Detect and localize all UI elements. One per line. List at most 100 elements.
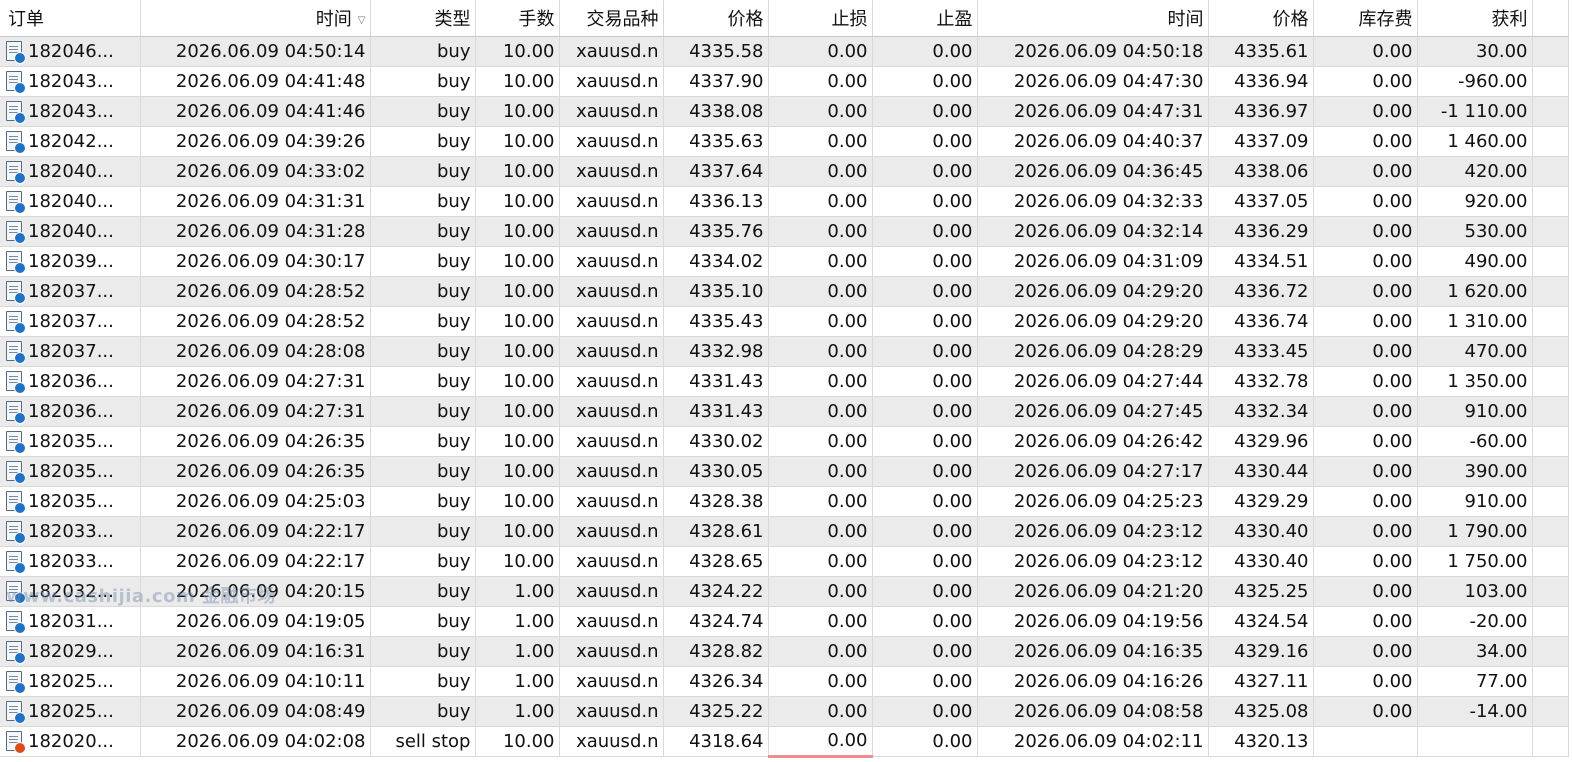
table-row[interactable]: 182036... 2026.06.09 04:27:31 buy 10.00 xauu… — [0, 366, 1569, 397]
column-header-swap[interactable]: 库存费 — [1313, 0, 1418, 37]
cell-swap: 0.00 — [1313, 396, 1418, 427]
table-row[interactable]: 182033... 2026.06.09 04:22:17 buy 10.00 xauu… — [0, 516, 1569, 547]
table-row[interactable]: 182020... 2026.06.09 04:02:08 sell stop 10.… — [0, 726, 1569, 758]
cell-filler — [1532, 666, 1569, 697]
cell-symbol: xauusd.n — [559, 366, 664, 397]
sell-order-icon — [6, 730, 26, 754]
cell-close-price: 4336.94 — [1208, 66, 1314, 97]
table-row[interactable]: 182037... 2026.06.09 04:28:52 buy 10.00 xauu… — [0, 276, 1569, 307]
table-row[interactable]: 182046... 2026.06.09 04:50:14 buy 10.00 xauu… — [0, 36, 1569, 67]
cell-order: 182029... — [0, 636, 141, 667]
cell-open-price: 4324.74 — [663, 606, 769, 637]
cell-open-time: 2026.06.09 04:31:31 — [140, 186, 371, 217]
cell-type: buy — [370, 186, 476, 217]
cell-take-profit: 0.00 — [872, 216, 978, 247]
column-header-close-time[interactable]: 时间 — [977, 0, 1209, 37]
table-row[interactable]: 182037... 2026.06.09 04:28:52 buy 10.00 xauu… — [0, 306, 1569, 337]
cell-profit: 1 790.00 — [1417, 516, 1533, 547]
table-row[interactable]: 182035... 2026.06.09 04:26:35 buy 10.00 xauu… — [0, 456, 1569, 487]
cell-profit: 910.00 — [1417, 486, 1533, 517]
column-header-symbol[interactable]: 交易品种 — [559, 0, 664, 37]
cell-symbol: xauusd.n — [559, 606, 664, 637]
column-header-stop-loss[interactable]: 止损 — [768, 0, 873, 37]
cell-filler — [1532, 306, 1569, 337]
column-header-open-time[interactable]: 时间 ▽ — [140, 0, 371, 37]
order-id: 182033... — [28, 520, 114, 542]
column-header-close-price[interactable]: 价格 — [1208, 0, 1314, 37]
table-row[interactable]: 182035... 2026.06.09 04:25:03 buy 10.00 xauu… — [0, 486, 1569, 517]
column-header-take-profit[interactable]: 止盈 — [872, 0, 978, 37]
table-row[interactable]: 182032... 2026.06.09 04:20:15 buy 1.00 xauus… — [0, 576, 1569, 607]
column-header-profit[interactable]: 获利 — [1417, 0, 1533, 37]
cell-filler — [1532, 516, 1569, 547]
table-row[interactable]: 182040... 2026.06.09 04:31:28 buy 10.00 xauu… — [0, 216, 1569, 247]
column-header-open-price[interactable]: 价格 — [663, 0, 769, 37]
table-row[interactable]: 182040... 2026.06.09 04:33:02 buy 10.00 xauu… — [0, 156, 1569, 187]
table-row[interactable]: 182036... 2026.06.09 04:27:31 buy 10.00 xauu… — [0, 396, 1569, 427]
cell-symbol: xauusd.n — [559, 636, 664, 667]
cell-symbol: xauusd.n — [559, 306, 664, 337]
order-id: 182031... — [28, 610, 114, 632]
cell-take-profit: 0.00 — [872, 606, 978, 637]
cell-symbol: xauusd.n — [559, 126, 664, 157]
cell-open-time: 2026.06.09 04:33:02 — [140, 156, 371, 187]
cell-take-profit: 0.00 — [872, 696, 978, 727]
cell-profit: 77.00 — [1417, 666, 1533, 697]
table-row[interactable]: 182025... 2026.06.09 04:10:11 buy 1.00 xauus… — [0, 666, 1569, 697]
cell-close-price: 4334.51 — [1208, 246, 1314, 277]
cell-profit: -1 110.00 — [1417, 96, 1533, 127]
column-header-lots[interactable]: 手数 — [475, 0, 560, 37]
order-status-dot-icon — [14, 81, 26, 94]
cell-lots: 1.00 — [475, 606, 560, 637]
table-row[interactable]: 182042... 2026.06.09 04:39:26 buy 10.00 xauu… — [0, 126, 1569, 157]
cell-type: buy — [370, 216, 476, 247]
table-body: 182046... 2026.06.09 04:50:14 buy 10.00 xauu… — [0, 36, 1569, 758]
table-row[interactable]: 182025... 2026.06.09 04:08:49 buy 1.00 xauus… — [0, 696, 1569, 727]
cell-open-price: 4328.65 — [663, 546, 769, 577]
cell-open-price: 4326.34 — [663, 666, 769, 697]
order-id: 182036... — [28, 370, 114, 392]
table-row[interactable]: 182043... 2026.06.09 04:41:46 buy 10.00 xauu… — [0, 96, 1569, 127]
cell-stop-loss: 0.00 — [768, 156, 873, 187]
cell-open-price: 4325.22 — [663, 696, 769, 727]
cell-filler — [1532, 336, 1569, 367]
cell-profit: 390.00 — [1417, 456, 1533, 487]
buy-order-icon — [6, 280, 26, 304]
table-row[interactable]: 182033... 2026.06.09 04:22:17 buy 10.00 xauu… — [0, 546, 1569, 577]
cell-stop-loss: 0.00 — [768, 366, 873, 397]
cell-close-time: 2026.06.09 04:19:56 — [977, 606, 1209, 637]
table-row[interactable]: 182037... 2026.06.09 04:28:08 buy 10.00 xauu… — [0, 336, 1569, 367]
cell-order: 182035... — [0, 426, 141, 457]
cell-symbol: xauusd.n — [559, 216, 664, 247]
table-row[interactable]: 182043... 2026.06.09 04:41:48 buy 10.00 xauu… — [0, 66, 1569, 97]
cell-open-time: 2026.06.09 04:31:28 — [140, 216, 371, 247]
cell-open-price: 4330.02 — [663, 426, 769, 457]
table-row[interactable]: 182040... 2026.06.09 04:31:31 buy 10.00 xauu… — [0, 186, 1569, 217]
cell-lots: 10.00 — [475, 156, 560, 187]
cell-type: buy — [370, 306, 476, 337]
cell-lots: 10.00 — [475, 306, 560, 337]
cell-stop-loss: 0.00 — [768, 36, 873, 67]
cell-lots: 10.00 — [475, 456, 560, 487]
table-row[interactable]: 182035... 2026.06.09 04:26:35 buy 10.00 xauu… — [0, 426, 1569, 457]
table-row[interactable]: 182031... 2026.06.09 04:19:05 buy 1.00 xauus… — [0, 606, 1569, 637]
cell-open-time: 2026.06.09 04:41:46 — [140, 96, 371, 127]
table-row[interactable]: 182039... 2026.06.09 04:30:17 buy 10.00 xauu… — [0, 246, 1569, 277]
column-header-order[interactable]: 订单 — [0, 0, 141, 37]
cell-lots: 10.00 — [475, 546, 560, 577]
buy-order-icon — [6, 670, 26, 694]
cell-take-profit: 0.00 — [872, 546, 978, 577]
cell-lots: 10.00 — [475, 276, 560, 307]
cell-close-price: 4336.72 — [1208, 276, 1314, 307]
order-id: 182025... — [28, 670, 114, 692]
cell-symbol: xauusd.n — [559, 426, 664, 457]
table-row[interactable]: 182029... 2026.06.09 04:16:31 buy 1.00 xauus… — [0, 636, 1569, 667]
cell-close-time: 2026.06.09 04:32:14 — [977, 216, 1209, 247]
cell-profit: 910.00 — [1417, 396, 1533, 427]
cell-swap — [1313, 726, 1418, 757]
cell-stop-loss: 0.00 — [768, 726, 873, 758]
column-header-type[interactable]: 类型 — [370, 0, 476, 37]
cell-swap: 0.00 — [1313, 306, 1418, 337]
cell-open-time: 2026.06.09 04:25:03 — [140, 486, 371, 517]
header-row: 订单 时间 ▽ 类型 手数 交易品种 价格 止损 止盈 时间 价格 库存费 获利 — [0, 0, 1569, 37]
